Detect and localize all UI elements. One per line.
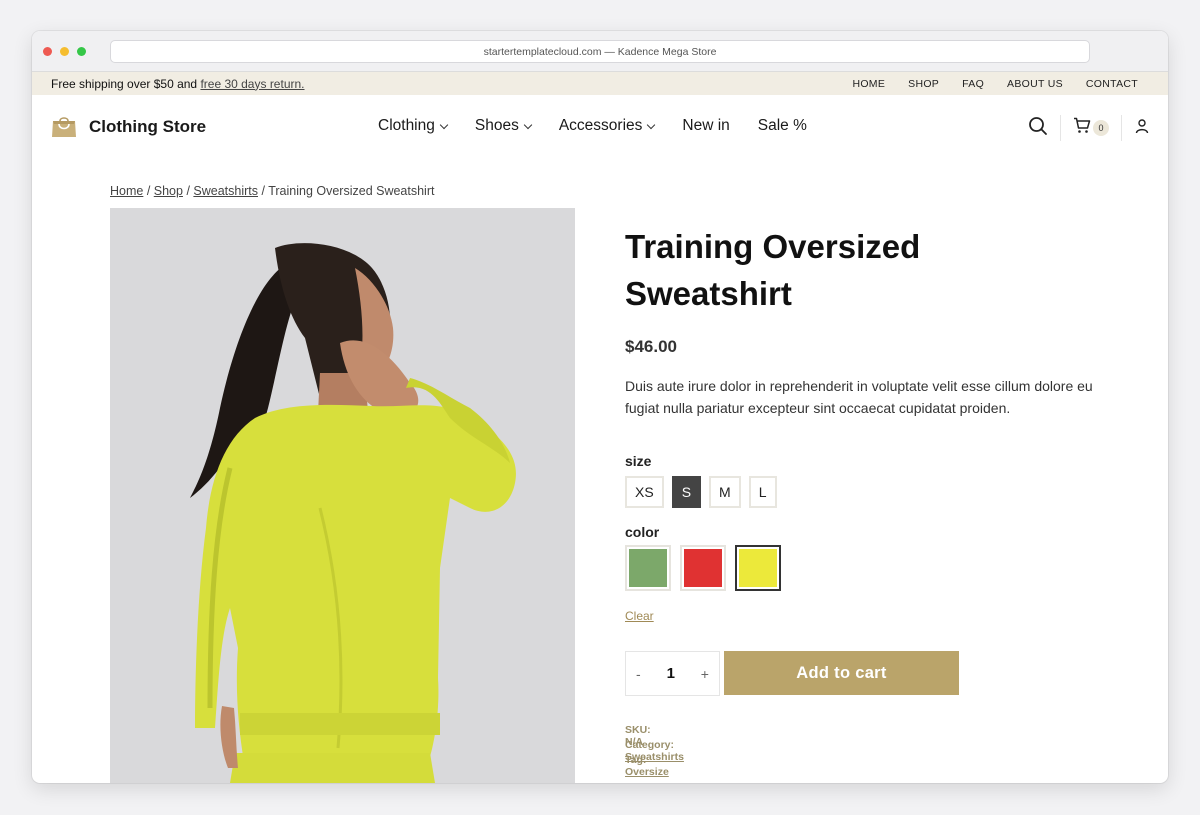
breadcrumb-separator: / xyxy=(143,184,154,198)
minimize-window-button[interactable] xyxy=(60,47,69,56)
cart-icon xyxy=(1073,117,1091,139)
browser-chrome: startertemplatecloud.com — Kadence Mega … xyxy=(32,31,1168,72)
size-option-m[interactable]: M xyxy=(709,476,741,508)
color-swatch-yellow[interactable] xyxy=(735,545,781,591)
product-price: $46.00 xyxy=(625,337,677,356)
product-description: Duis aute irure dolor in reprehenderit i… xyxy=(625,378,1093,416)
main-navigation: Clothing Shoes Accessories New in Sale % xyxy=(378,117,807,135)
size-option-xs[interactable]: XS xyxy=(625,476,664,508)
tag-link[interactable]: Oversize xyxy=(625,766,669,778)
nav-accessories[interactable]: Accessories xyxy=(558,117,656,135)
announcement-bar: Free shipping over $50 and free 30 days … xyxy=(32,72,1168,95)
breadcrumb-separator: / xyxy=(258,184,269,198)
color-swatch-red[interactable] xyxy=(680,545,726,591)
cart-count-badge: 0 xyxy=(1093,120,1109,136)
site-header: Clothing Store Clothing Shoes Accessorie… xyxy=(32,95,1168,159)
color-swatch-green[interactable] xyxy=(625,545,671,591)
nav-new-in-label: New in xyxy=(682,117,730,134)
product-image[interactable] xyxy=(110,208,575,783)
product-title: Training Oversized Sweatshirt xyxy=(625,228,921,312)
search-icon[interactable] xyxy=(1028,116,1048,141)
breadcrumb-home[interactable]: Home xyxy=(110,184,143,198)
quantity-decrease-button[interactable]: - xyxy=(636,666,641,682)
brand-name: Clothing Store xyxy=(89,117,207,136)
tag-label: Tag: xyxy=(625,754,647,766)
window-controls xyxy=(43,47,86,56)
shopping-bag-icon xyxy=(51,116,77,138)
breadcrumb-separator: / xyxy=(182,184,194,198)
cart-button[interactable]: 0 xyxy=(1073,117,1109,139)
shipping-text: Free shipping over $50 and xyxy=(51,76,201,91)
nav-shoes-label: Shoes xyxy=(474,117,519,134)
topnav-shop[interactable]: SHOP xyxy=(908,78,939,90)
shipping-notice: Free shipping over $50 and free 30 days … xyxy=(51,77,305,91)
site-logo[interactable]: Clothing Store xyxy=(51,116,206,138)
sku-label: SKU: xyxy=(625,724,651,736)
nav-accessories-label: Accessories xyxy=(558,117,643,134)
color-options xyxy=(625,545,781,591)
swatch-fill xyxy=(739,549,777,587)
maximize-window-button[interactable] xyxy=(77,47,86,56)
breadcrumb-shop[interactable]: Shop xyxy=(154,184,183,198)
returns-link[interactable]: free 30 days return. xyxy=(200,77,304,91)
nav-clothing-label: Clothing xyxy=(378,117,435,134)
nav-shoes[interactable]: Shoes xyxy=(474,117,533,135)
swatch-fill xyxy=(629,549,667,587)
breadcrumb-current: Training Oversized Sweatshirt xyxy=(268,184,435,198)
add-to-cart-button[interactable]: Add to cart xyxy=(724,651,959,695)
color-label: color xyxy=(625,524,660,540)
top-navigation: HOME SHOP FAQ ABOUT US CONTACT xyxy=(852,78,1138,90)
size-option-l[interactable]: L xyxy=(748,476,777,508)
product-tag: Tag: Oversize xyxy=(625,754,669,778)
breadcrumb: Home / Shop / Sweatshirts / Training Ove… xyxy=(110,184,434,198)
quantity-stepper: - 1 + xyxy=(625,651,720,696)
topnav-home[interactable]: HOME xyxy=(852,78,885,90)
size-label: size xyxy=(625,453,652,469)
topnav-contact[interactable]: CONTACT xyxy=(1086,78,1138,90)
nav-sale-label: Sale % xyxy=(757,117,807,134)
topnav-about-us[interactable]: ABOUT US xyxy=(1007,78,1063,90)
quantity-increase-button[interactable]: + xyxy=(701,666,709,682)
address-bar[interactable]: startertemplatecloud.com — Kadence Mega … xyxy=(110,40,1090,63)
nav-new-in[interactable]: New in xyxy=(682,117,729,135)
nav-sale[interactable]: Sale % xyxy=(758,117,807,135)
chevron-down-icon xyxy=(647,120,656,129)
divider xyxy=(1060,115,1061,141)
account-icon[interactable] xyxy=(1134,118,1150,139)
size-option-s[interactable]: S xyxy=(671,476,702,508)
header-actions: 0 xyxy=(1028,115,1150,141)
chevron-down-icon xyxy=(523,120,533,129)
size-options: XS S M L xyxy=(625,476,777,508)
close-window-button[interactable] xyxy=(43,47,52,56)
clear-selection-link[interactable]: Clear xyxy=(625,609,654,623)
swatch-fill xyxy=(684,549,722,587)
chevron-down-icon xyxy=(439,120,449,129)
category-label: Category: xyxy=(625,739,675,751)
address-text: startertemplatecloud.com — Kadence Mega … xyxy=(483,45,717,58)
quantity-input[interactable]: 1 xyxy=(667,665,675,682)
divider xyxy=(1121,115,1122,141)
browser-window: startertemplatecloud.com — Kadence Mega … xyxy=(32,31,1168,783)
breadcrumb-category[interactable]: Sweatshirts xyxy=(193,184,258,198)
nav-clothing[interactable]: Clothing xyxy=(378,117,449,135)
topnav-faq[interactable]: FAQ xyxy=(962,78,984,90)
